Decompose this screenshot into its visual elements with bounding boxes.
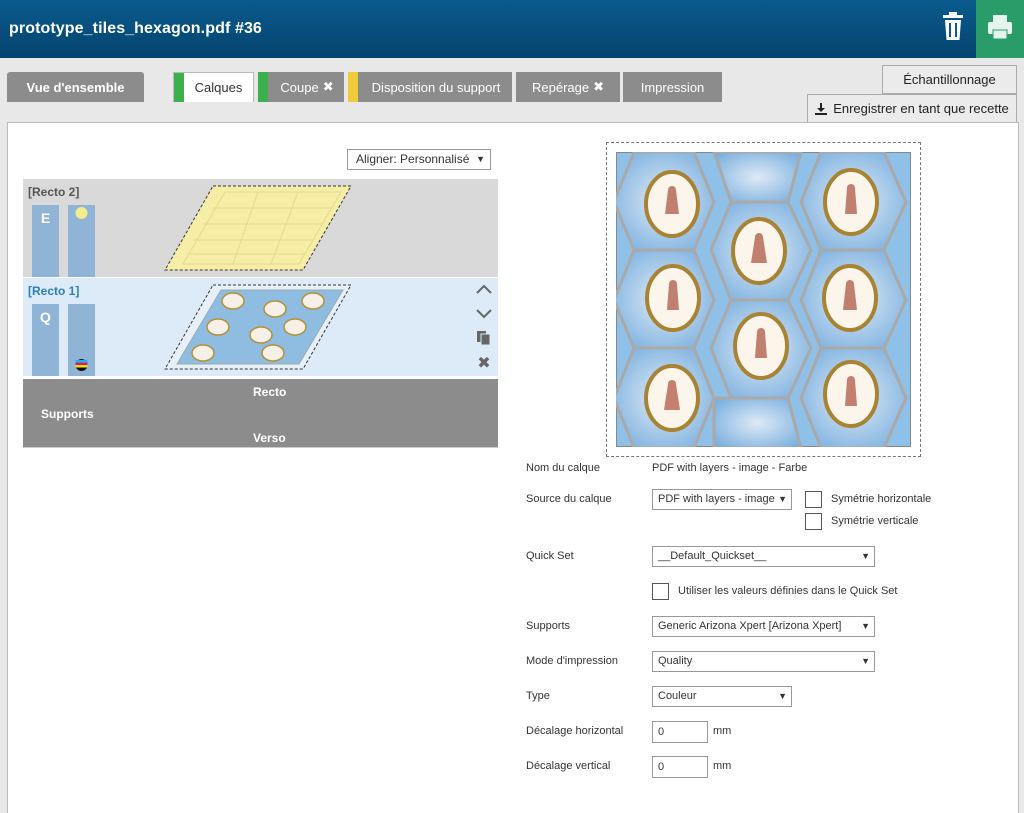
supports-recto[interactable]: Recto	[253, 385, 286, 399]
layer-source-label: Source du calque	[526, 493, 612, 505]
sampling-button[interactable]: Échantillonnage	[882, 65, 1017, 94]
supports-bar: Supports Recto Verso	[23, 379, 498, 447]
print-button[interactable]	[976, 0, 1024, 58]
tab-cut[interactable]: Coupe ✖	[258, 72, 344, 102]
move-down-icon[interactable]	[475, 305, 493, 323]
layer-row[interactable]: [Recto 2] E	[23, 179, 498, 277]
delete-layer-icon[interactable]: ✖	[475, 354, 493, 372]
tab-status-marker	[348, 72, 358, 102]
type-label: Type	[526, 690, 550, 702]
chevron-down-icon: ▼	[778, 691, 787, 701]
layer-type-bar: Q	[32, 304, 59, 376]
page-title: prototype_tiles_hexagon.pdf #36	[9, 20, 262, 37]
use-quickset-checkbox[interactable]	[652, 583, 669, 600]
media-label: Supports	[526, 620, 571, 632]
divider	[23, 447, 498, 448]
print-mode-select[interactable]: Quality ▼	[652, 651, 875, 672]
printer-icon	[988, 15, 1012, 40]
use-quickset-label: Utiliser les valeurs définies dans le Qu…	[678, 585, 898, 597]
quickset-label: Quick Set	[526, 550, 574, 562]
layer-name: [Recto 1]	[28, 284, 80, 298]
duplicate-icon[interactable]	[475, 329, 493, 347]
print-mode-label: Mode d'impression	[526, 655, 618, 667]
media-select[interactable]: Generic Arizona Xpert [Arizona Xpert] ▼	[652, 616, 875, 637]
white-ink-icon	[75, 207, 88, 219]
layer-source-select[interactable]: PDF with layers - image ▼	[652, 489, 792, 510]
mirror-horizontal-checkbox[interactable]	[805, 491, 822, 508]
layer-name-label: Nom du calque	[526, 462, 600, 474]
tab-overview[interactable]: Vue d'ensemble	[7, 72, 144, 102]
layer-thumbnail	[164, 185, 352, 271]
tab-status-marker	[174, 73, 184, 102]
layer-type-bar: E	[32, 205, 59, 277]
layer-ink-bar	[68, 304, 95, 376]
align-select[interactable]: Aligner: Personnalisé ▼	[347, 149, 491, 170]
chevron-down-icon: ▼	[861, 551, 870, 561]
save-recipe-button[interactable]: Enregistrer en tant que recette	[807, 94, 1017, 123]
chevron-down-icon: ▼	[476, 154, 485, 164]
tab-status-marker	[258, 72, 268, 102]
trash-icon[interactable]	[934, 8, 972, 48]
chevron-down-icon: ▼	[861, 621, 870, 631]
chevron-down-icon: ▼	[778, 494, 787, 504]
chevron-down-icon: ▼	[861, 656, 870, 666]
tab-registration[interactable]: Repérage ✖	[516, 72, 620, 102]
tab-layers[interactable]: Calques	[173, 72, 254, 102]
offset-horizontal-input[interactable]: 0	[652, 721, 708, 743]
layer-name: [Recto 2]	[28, 185, 80, 199]
layer-ink-bar	[68, 205, 95, 277]
layer-name-value: PDF with layers - image - Farbe	[652, 462, 808, 474]
type-select[interactable]: Couleur ▼	[652, 686, 792, 707]
layer-preview-image	[616, 152, 911, 447]
unit-label: mm	[713, 760, 732, 772]
offset-vertical-label: Décalage vertical	[526, 760, 611, 772]
layer-row[interactable]: [Recto 1] Q ✖	[23, 278, 498, 376]
mirror-horizontal-label: Symétrie horizontale	[831, 493, 932, 505]
move-up-icon[interactable]	[475, 280, 493, 298]
cmyk-icon	[75, 359, 88, 371]
quickset-select[interactable]: __Default_Quickset__ ▼	[652, 546, 875, 567]
tab-layout[interactable]: Disposition du support	[348, 72, 512, 102]
supports-verso[interactable]: Verso	[253, 431, 286, 445]
layer-thumbnail	[164, 284, 352, 370]
unit-label: mm	[713, 725, 732, 737]
close-icon: ✖	[593, 79, 604, 94]
mirror-vertical-checkbox[interactable]	[805, 513, 822, 530]
tab-print[interactable]: Impression	[623, 72, 722, 102]
close-icon: ✖	[322, 79, 334, 94]
download-icon	[815, 102, 828, 115]
app-header: prototype_tiles_hexagon.pdf #36	[0, 0, 1024, 58]
offset-horizontal-label: Décalage horizontal	[526, 725, 624, 737]
mirror-vertical-label: Symétrie verticale	[831, 515, 919, 527]
offset-vertical-input[interactable]: 0	[652, 756, 708, 778]
